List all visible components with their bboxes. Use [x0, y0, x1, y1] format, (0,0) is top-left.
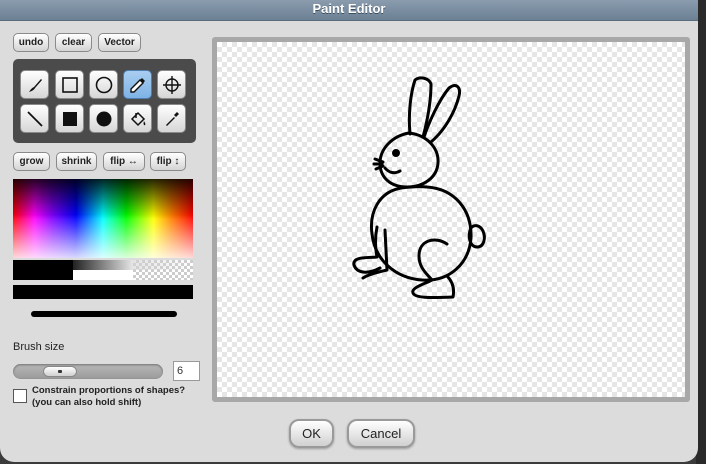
flip-horizontal-button[interactable]: flip ↔	[103, 152, 145, 171]
paint-bucket-icon	[130, 111, 145, 126]
drawing-canvas[interactable]	[217, 42, 685, 397]
transparent-swatch[interactable]	[133, 260, 193, 280]
eraser-tool[interactable]	[123, 70, 152, 99]
brush-size-input[interactable]: 6	[173, 361, 200, 381]
brush-size-label: Brush size	[13, 341, 65, 353]
eraser-icon	[129, 77, 145, 93]
filled-ellipse-icon	[96, 111, 111, 126]
line-tool[interactable]	[20, 104, 49, 133]
crosshair-icon	[162, 75, 181, 94]
eyedropper-icon	[165, 111, 179, 126]
tool-palette	[13, 59, 196, 143]
ok-button[interactable]: OK	[289, 419, 334, 448]
constrain-line-1: Constrain proportions of shapes?	[32, 385, 186, 396]
current-color-swatch	[13, 285, 193, 299]
ellipse-icon	[95, 76, 112, 93]
brush-tool[interactable]	[20, 70, 49, 99]
clear-button[interactable]: clear	[55, 33, 92, 52]
bunny-drawing	[352, 76, 486, 299]
constrain-proportions-checkbox[interactable]	[13, 389, 27, 403]
brush-size-slider-knob[interactable]	[43, 366, 77, 377]
grow-button[interactable]: grow	[13, 152, 50, 171]
paint-editor-dialog: Paint Editor undo clear Vector grow shri…	[0, 0, 698, 462]
brush-icon	[28, 78, 42, 92]
crosshair-tool[interactable]	[157, 70, 186, 99]
eyedropper-tool[interactable]	[157, 104, 186, 133]
ellipse-tool[interactable]	[89, 70, 118, 99]
filled-rectangle-tool[interactable]	[55, 104, 84, 133]
vector-button[interactable]: Vector	[98, 33, 141, 52]
paint-bucket-tool[interactable]	[123, 104, 152, 133]
title-bar[interactable]: Paint Editor	[0, 0, 698, 21]
window-title: Paint Editor	[312, 1, 386, 16]
line-icon	[26, 110, 43, 127]
grayscale-palette[interactable]	[13, 260, 193, 280]
cancel-button[interactable]: Cancel	[347, 419, 415, 448]
filled-rectangle-icon	[62, 111, 77, 126]
constrain-line-2: (you can also hold shift)	[32, 397, 142, 408]
color-palette-shade	[13, 179, 193, 219]
brush-size-slider[interactable]	[13, 364, 163, 379]
flip-vertical-button[interactable]: flip ↕	[150, 152, 186, 171]
shrink-button[interactable]: shrink	[56, 152, 97, 171]
undo-button[interactable]: undo	[13, 33, 49, 52]
rectangle-icon	[61, 76, 78, 93]
brush-preview	[31, 311, 177, 317]
rectangle-tool[interactable]	[55, 70, 84, 99]
filled-ellipse-tool[interactable]	[89, 104, 118, 133]
constrain-proportions-label: Constrain proportions of shapes? (you ca…	[32, 385, 202, 409]
